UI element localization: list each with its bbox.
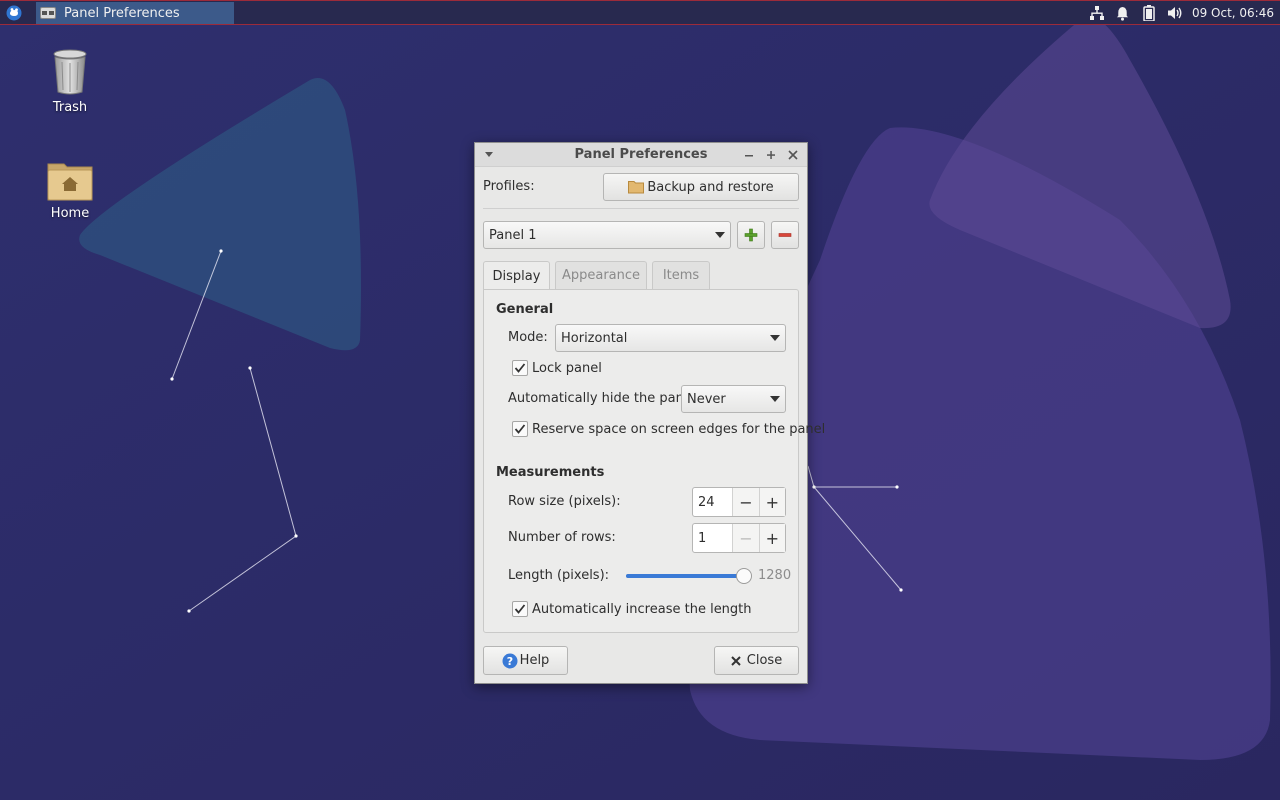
dialog-title: Panel Preferences (574, 147, 708, 162)
close-icon (731, 655, 741, 666)
rows-increment-button[interactable]: + (758, 524, 786, 552)
general-heading: General (496, 302, 554, 317)
folder-icon (628, 181, 645, 194)
minus-icon (778, 233, 792, 237)
length-slider[interactable] (626, 574, 744, 578)
xfce-mouse-icon (6, 5, 22, 20)
rows-spinner[interactable]: 1 − + (692, 523, 786, 553)
row-size-spinner[interactable]: 24 − + (692, 487, 786, 517)
checkmark-icon (514, 363, 526, 373)
measurements-heading: Measurements (496, 465, 605, 480)
close-label: Close (746, 653, 783, 668)
help-icon: ? (502, 653, 518, 668)
profiles-label: Profiles: (483, 179, 535, 194)
autohide-select-value: Never (687, 391, 726, 407)
rows-decrement-button[interactable]: − (732, 524, 759, 552)
chevron-down-icon (770, 396, 780, 402)
add-panel-button[interactable] (737, 221, 765, 249)
length-slider-handle[interactable] (736, 568, 752, 584)
panel-select-value: Panel 1 (489, 227, 537, 243)
separator (483, 208, 799, 209)
tab-items[interactable]: Items (652, 261, 710, 289)
auto-length-checkbox[interactable] (512, 601, 528, 617)
checkmark-icon (514, 604, 526, 614)
whisker-menu-button[interactable] (0, 1, 28, 25)
remove-panel-button[interactable] (771, 221, 799, 249)
row-size-increment-button[interactable]: + (758, 488, 786, 516)
battery-icon[interactable] (1136, 1, 1162, 25)
row-size-label: Row size (pixels): (508, 494, 621, 509)
rows-label: Number of rows: (508, 530, 616, 545)
panel-preferences-app-icon (40, 7, 56, 19)
backup-restore-label: Backup and restore (647, 179, 774, 195)
row-size-value[interactable]: 24 (693, 488, 732, 516)
desktop-icon-label: Trash (52, 100, 88, 115)
plus-icon (744, 228, 758, 242)
help-label: Help (519, 653, 550, 668)
help-button[interactable]: ? Help (483, 646, 568, 675)
mode-select[interactable]: Horizontal (555, 324, 786, 352)
dialog-titlebar[interactable]: Panel Preferences (475, 143, 807, 167)
length-value: 1280 (758, 568, 792, 583)
maximize-icon[interactable] (763, 147, 779, 163)
desktop-icon-trash[interactable]: Trash (30, 48, 110, 115)
mode-label: Mode: (508, 330, 548, 345)
taskbar-item-label: Panel Preferences (64, 5, 180, 21)
chevron-down-icon (715, 232, 725, 238)
notification-bell-icon[interactable] (1110, 1, 1136, 25)
tab-appearance[interactable]: Appearance (555, 261, 647, 289)
trash-icon (53, 49, 87, 95)
clock[interactable]: 09 Oct, 06:46 (1188, 6, 1280, 20)
top-panel: Panel Preferences 09 Oct, 06:46 (0, 0, 1280, 25)
desktop-icon-home[interactable]: Home (30, 160, 110, 221)
row-size-decrement-button[interactable]: − (732, 488, 759, 516)
autohide-select[interactable]: Never (681, 385, 786, 413)
rows-value[interactable]: 1 (693, 524, 732, 552)
autohide-label: Automatically hide the panel: (508, 391, 700, 406)
panel-select[interactable]: Panel 1 (483, 221, 731, 249)
close-button[interactable]: Close (714, 646, 799, 675)
checkmark-icon (514, 424, 526, 434)
network-icon[interactable] (1084, 1, 1110, 25)
tab-display[interactable]: Display (483, 261, 550, 291)
system-tray: 09 Oct, 06:46 (1084, 1, 1280, 25)
auto-length-label: Automatically increase the length (532, 602, 752, 617)
lock-panel-checkbox[interactable] (512, 360, 528, 376)
desktop-icon-label: Home (50, 206, 90, 221)
chevron-down-icon (770, 335, 780, 341)
panel-preferences-dialog: Panel Preferences Profiles: Backup and r… (474, 142, 825, 684)
backup-restore-button[interactable]: Backup and restore (603, 173, 799, 201)
length-label: Length (pixels): (508, 568, 610, 583)
taskbar-item-panel-preferences[interactable]: Panel Preferences (36, 2, 234, 24)
reserve-space-checkbox[interactable] (512, 421, 528, 437)
mode-select-value: Horizontal (561, 330, 628, 346)
home-folder-icon (47, 163, 93, 201)
svg-text:?: ? (506, 655, 512, 668)
reserve-space-label: Reserve space on screen edges for the pa… (532, 422, 826, 437)
volume-icon[interactable] (1162, 1, 1188, 25)
lock-panel-label: Lock panel (532, 361, 602, 376)
close-icon[interactable] (785, 147, 801, 163)
length-slider-fill (626, 574, 744, 578)
minimize-icon[interactable] (741, 147, 757, 163)
